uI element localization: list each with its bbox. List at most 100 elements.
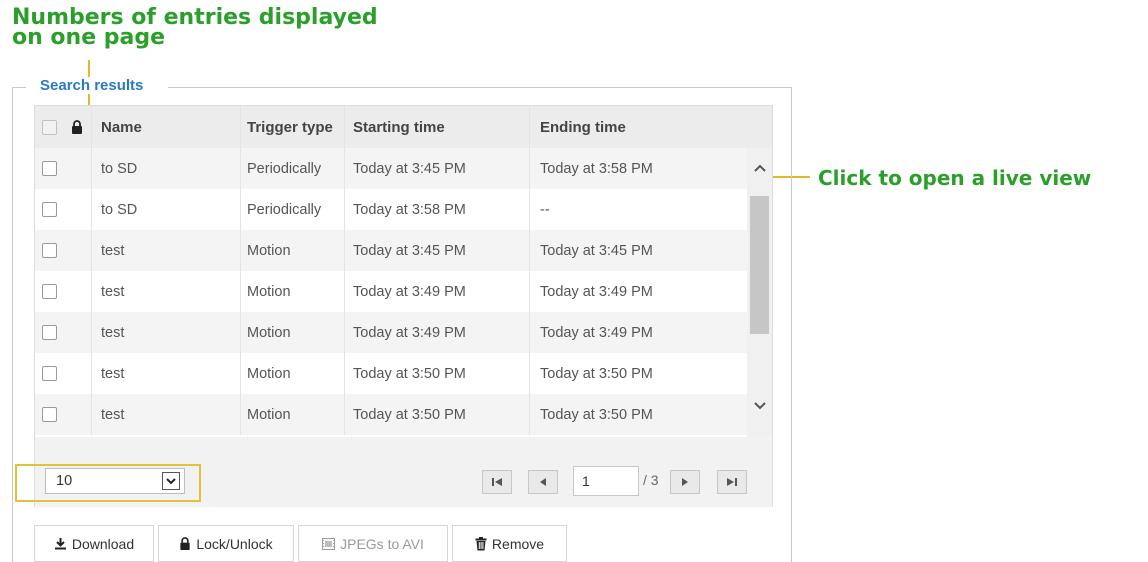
row-checkbox-cell[interactable] <box>35 189 63 230</box>
table-row[interactable]: test Motion Today at 3:50 PM Today at 3:… <box>35 353 747 394</box>
jpegs-to-avi-label: JPEGs to AVI <box>340 535 424 552</box>
cell-start: Today at 3:50 PM <box>345 394 530 435</box>
table-scrollbar[interactable] <box>747 148 772 438</box>
cell-end: Today at 3:58 PM <box>540 160 653 177</box>
header-ending-time[interactable]: Ending time <box>530 106 745 148</box>
cell-name: test <box>91 230 241 271</box>
cell-start: Today at 3:50 PM <box>345 353 530 394</box>
header-starting-time[interactable]: Starting time <box>345 106 530 148</box>
table-row[interactable]: test Motion Today at 3:49 PM Today at 3:… <box>35 312 747 353</box>
cell-name: to SD <box>91 148 241 189</box>
fieldset-border <box>168 87 791 88</box>
lock-cell <box>63 394 92 435</box>
cell-end: Today at 3:49 PM <box>540 283 653 300</box>
cell-end: Today at 3:50 PM <box>540 406 653 423</box>
table-row[interactable]: test Motion Today at 3:45 PM Today at 3:… <box>35 230 747 271</box>
lock-cell <box>63 148 92 189</box>
entries-per-page-annotation: Numbers of entries displayed on one page <box>12 7 378 50</box>
page-total: / 3 <box>643 472 659 488</box>
select-all-checkbox-cell[interactable] <box>35 106 63 148</box>
lock-cell <box>63 230 92 271</box>
cell-end: Today at 3:49 PM <box>540 324 653 341</box>
row-checkbox[interactable] <box>41 161 57 176</box>
select-all-checkbox[interactable] <box>41 119 57 135</box>
download-button[interactable]: Download <box>34 525 154 562</box>
cell-name: test <box>91 353 241 394</box>
next-page-button[interactable] <box>670 470 700 494</box>
header-trigger-type[interactable]: Trigger type <box>241 106 345 148</box>
cell-name: test <box>91 312 241 353</box>
page-number-input[interactable]: 1 <box>573 466 639 496</box>
fieldset-border <box>12 87 13 562</box>
lock-cell <box>63 271 92 312</box>
lock-header-cell[interactable] <box>63 106 92 148</box>
cell-start: Today at 3:45 PM <box>345 148 530 189</box>
row-checkbox-cell[interactable] <box>35 353 63 394</box>
cell-trigger: Motion <box>241 230 345 271</box>
download-icon <box>54 538 66 550</box>
lock-cell <box>63 189 92 230</box>
row-checkbox[interactable] <box>41 366 57 381</box>
next-page-icon <box>682 478 688 486</box>
cell-trigger: Motion <box>241 271 345 312</box>
scroll-down-chevron-icon[interactable] <box>752 398 767 418</box>
lock-icon <box>180 537 191 550</box>
table-row[interactable]: test Motion Today at 3:50 PM Today at 3:… <box>35 394 747 435</box>
row-checkbox-cell[interactable] <box>35 271 63 312</box>
row-checkbox-cell[interactable] <box>35 230 63 271</box>
last-page-button[interactable] <box>717 470 747 494</box>
cell-trigger: Periodically <box>241 148 345 189</box>
fieldset-border <box>12 87 26 88</box>
table-header: Name Trigger type Starting time Ending t… <box>35 106 772 149</box>
cell-name: test <box>91 394 241 435</box>
cell-trigger: Periodically <box>241 189 345 230</box>
remove-button[interactable]: Remove <box>452 525 567 562</box>
scroll-thumb[interactable] <box>750 196 769 334</box>
previous-page-icon <box>540 478 546 486</box>
search-results-table: Name Trigger type Starting time Ending t… <box>34 105 773 439</box>
lock-icon <box>72 120 82 134</box>
first-page-button[interactable] <box>482 470 512 494</box>
cell-name: to SD <box>91 189 241 230</box>
live-view-annotation: Click to open a live view <box>818 166 1092 190</box>
last-page-icon <box>727 478 737 486</box>
cell-start: Today at 3:49 PM <box>345 312 530 353</box>
lock-unlock-button[interactable]: Lock/Unlock <box>158 525 294 562</box>
cell-end: Today at 3:45 PM <box>540 242 653 259</box>
previous-page-button[interactable] <box>528 470 558 494</box>
first-page-icon <box>492 478 502 486</box>
manual-screenshot: Numbers of entries displayed on one page… <box>0 0 1148 562</box>
row-checkbox-cell[interactable] <box>35 148 63 189</box>
cell-start: Today at 3:49 PM <box>345 271 530 312</box>
row-checkbox[interactable] <box>41 284 57 299</box>
lock-unlock-label: Lock/Unlock <box>196 535 273 552</box>
row-checkbox[interactable] <box>41 202 57 217</box>
cell-end: Today at 3:50 PM <box>540 365 653 382</box>
table-row[interactable]: to SD Periodically Today at 3:58 PM -- <box>35 189 747 230</box>
fieldset-border <box>791 87 792 562</box>
search-results-legend: Search results <box>36 77 148 94</box>
cell-trigger: Motion <box>241 312 345 353</box>
cell-trigger: Motion <box>241 394 345 435</box>
table-row[interactable]: test Motion Today at 3:49 PM Today at 3:… <box>35 271 747 312</box>
row-checkbox[interactable] <box>41 325 57 340</box>
scroll-up-chevron-icon[interactable] <box>752 160 767 180</box>
cell-end: -- <box>540 201 550 218</box>
film-icon <box>322 537 336 550</box>
table-row[interactable]: to SD Periodically Today at 3:45 PM Toda… <box>35 148 747 189</box>
annotation-line-2: on one page <box>12 25 166 50</box>
lock-cell <box>63 312 92 353</box>
row-checkbox-cell[interactable] <box>35 394 63 435</box>
jpegs-to-avi-button[interactable]: JPEGs to AVI <box>298 525 448 562</box>
lock-cell <box>63 353 92 394</box>
cell-start: Today at 3:45 PM <box>345 230 530 271</box>
trash-icon <box>475 536 487 550</box>
row-checkbox[interactable] <box>41 243 57 258</box>
entries-per-page-highlight <box>15 464 201 502</box>
row-checkbox[interactable] <box>41 407 57 422</box>
download-label: Download <box>71 535 135 552</box>
cell-name: test <box>91 271 241 312</box>
remove-label: Remove <box>491 535 545 552</box>
header-name[interactable]: Name <box>91 106 241 148</box>
row-checkbox-cell[interactable] <box>35 312 63 353</box>
